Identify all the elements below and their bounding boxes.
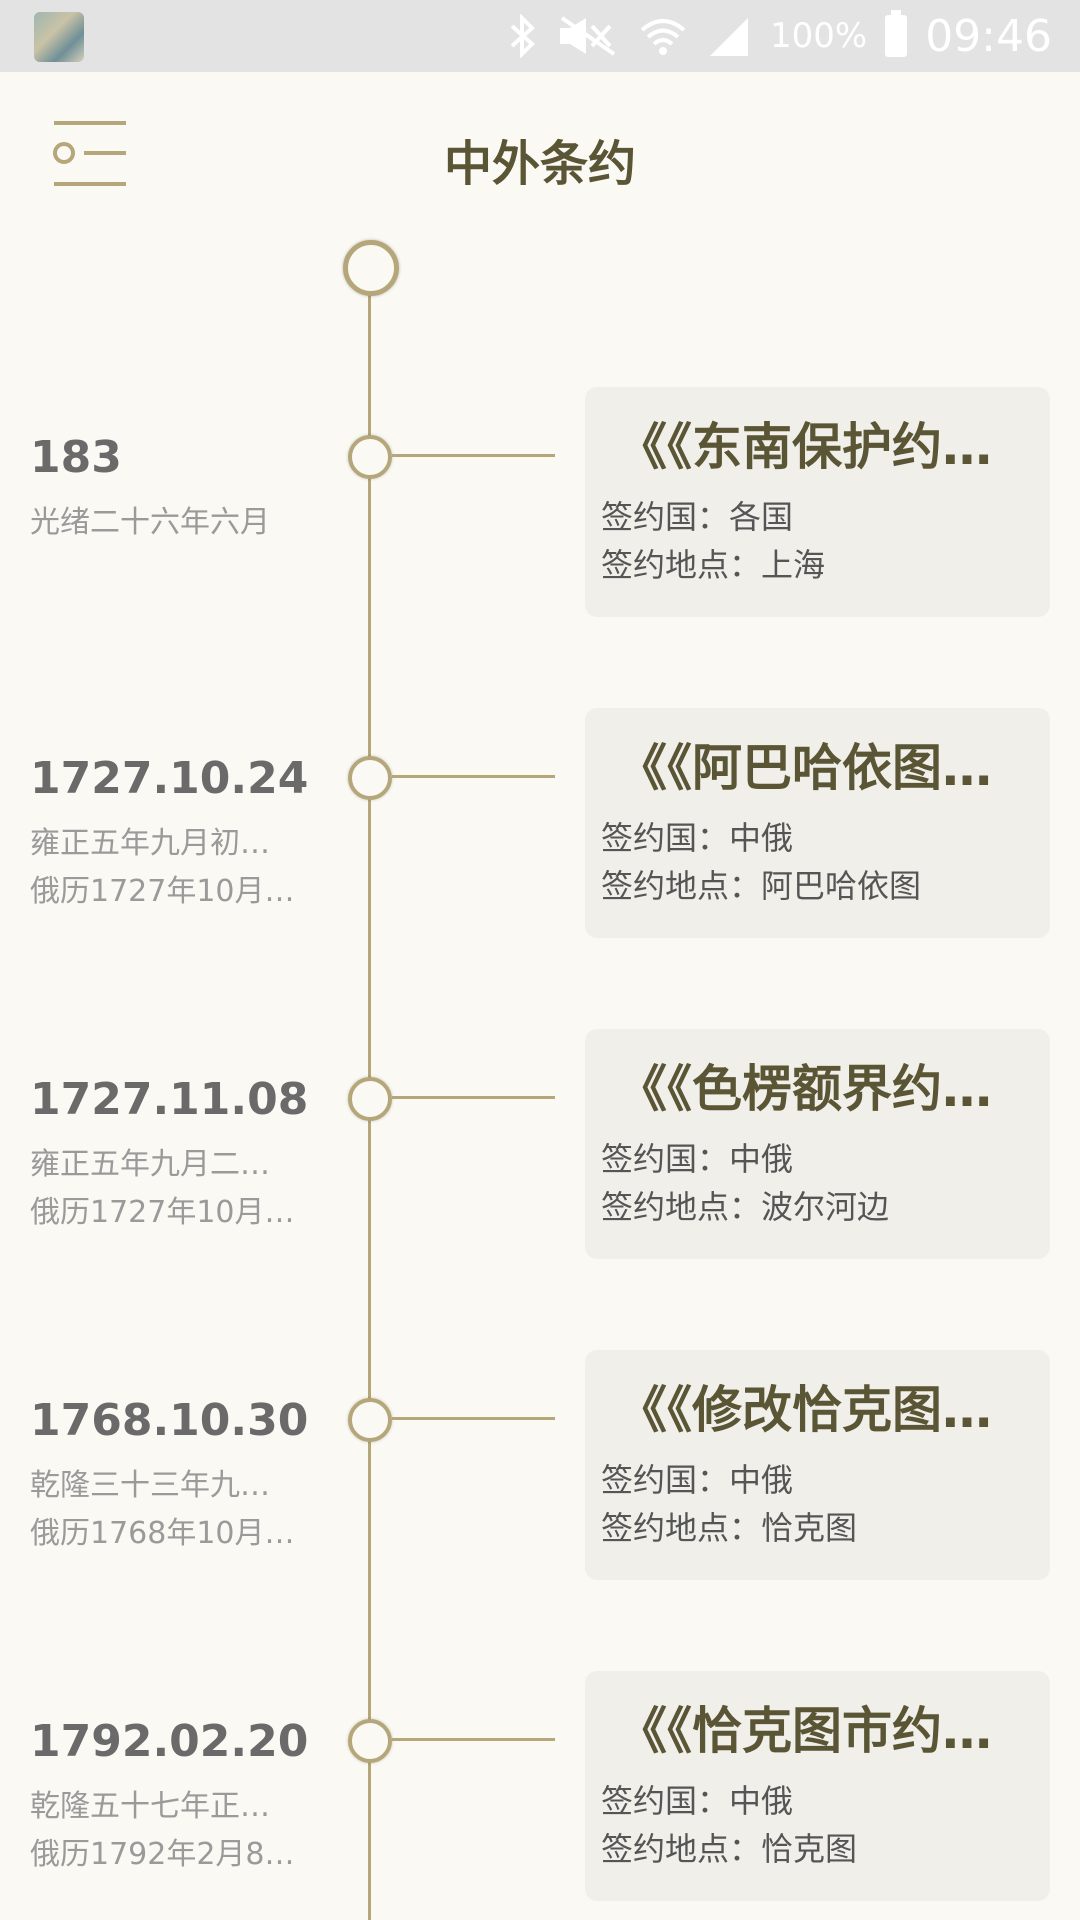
treaty-date: 1727.11.08 — [30, 1074, 309, 1125]
timeline-item[interactable]: 1792.02.20 乾隆五十七年正… 俄历1792年2月8… 《《恰克图市约…… — [0, 1671, 1080, 1901]
timeline-node — [348, 1719, 392, 1763]
timeline-node — [348, 756, 392, 800]
treaty-chinese-date: 乾隆三十三年九… — [30, 1468, 270, 1503]
treaty-country: 签约国：中俄 — [601, 1140, 794, 1178]
signal-icon — [706, 14, 752, 58]
wifi-icon — [638, 14, 688, 58]
treaty-russian-date: 俄历1727年10月… — [30, 874, 295, 909]
treaty-country: 签约国：中俄 — [601, 1782, 794, 1820]
app-notification-icon — [34, 12, 84, 62]
treaty-place: 签约地点：波尔河边 — [601, 1188, 890, 1226]
treaty-russian-date: 俄历1768年10月… — [30, 1516, 295, 1551]
treaty-russian-date: 俄历1792年2月8… — [30, 1837, 295, 1872]
treaty-title: 《《修改恰克图… — [617, 1381, 992, 1439]
treaty-country: 签约国：各国 — [601, 498, 794, 536]
timeline-node — [348, 1398, 392, 1442]
treaty-card[interactable]: 《《恰克图市约… 签约国：中俄 签约地点：恰克图 — [585, 1671, 1050, 1901]
timeline-item[interactable]: 183 光绪二十六年六月 《《东南保护约… 签约国：各国 签约地点：上海 — [0, 387, 1080, 617]
status-icons: 100% 09:46 — [508, 0, 1052, 72]
treaty-place: 签约地点：恰克图 — [601, 1830, 858, 1868]
battery-icon — [885, 10, 908, 57]
treaty-title: 《《恰克图市约… — [617, 1702, 992, 1760]
treaty-country: 签约国：中俄 — [601, 1461, 794, 1499]
treaty-date: 183 — [30, 432, 122, 483]
timeline-item[interactable]: 1727.11.08 雍正五年九月二… 俄历1727年10月… 《《色楞额界约…… — [0, 1029, 1080, 1259]
timeline-node — [348, 1077, 392, 1121]
treaty-title: 《《东南保护约… — [617, 418, 992, 476]
treaty-title: 《《阿巴哈依图… — [617, 739, 992, 797]
battery-percent: 100% — [769, 16, 868, 56]
treaty-chinese-date: 乾隆五十七年正… — [30, 1789, 270, 1824]
timeline-start-node — [343, 240, 399, 296]
treaty-date: 1768.10.30 — [30, 1395, 309, 1446]
treaty-card[interactable]: 《《东南保护约… 签约国：各国 签约地点：上海 — [585, 387, 1050, 617]
treaty-date: 1727.10.24 — [30, 753, 309, 804]
timeline-connector — [392, 1738, 555, 1741]
mute-icon — [556, 14, 620, 58]
timeline-connector — [392, 454, 555, 457]
timeline-item[interactable]: 1727.10.24 雍正五年九月初… 俄历1727年10月… 《《阿巴哈依图…… — [0, 708, 1080, 938]
timeline-connector — [392, 1096, 555, 1099]
clock: 09:46 — [925, 10, 1052, 62]
treaty-chinese-date: 雍正五年九月二… — [30, 1147, 270, 1182]
treaty-card[interactable]: 《《色楞额界约… 签约国：中俄 签约地点：波尔河边 — [585, 1029, 1050, 1259]
timeline-item[interactable]: 1768.10.30 乾隆三十三年九… 俄历1768年10月… 《《修改恰克图…… — [0, 1350, 1080, 1580]
treaty-place: 签约地点：上海 — [601, 546, 826, 584]
timeline-connector — [392, 1417, 555, 1420]
timeline-node — [348, 435, 392, 479]
treaty-country: 签约国：中俄 — [601, 819, 794, 857]
treaty-place: 签约地点：恰克图 — [601, 1509, 858, 1547]
treaty-card[interactable]: 《《阿巴哈依图… 签约国：中俄 签约地点：阿巴哈依图 — [585, 708, 1050, 938]
page-title: 中外条约 — [443, 136, 636, 192]
treaty-chinese-date: 光绪二十六年六月 — [30, 505, 270, 540]
treaty-card[interactable]: 《《修改恰克图… 签约国：中俄 签约地点：恰克图 — [585, 1350, 1050, 1580]
treaty-place: 签约地点：阿巴哈依图 — [601, 867, 922, 905]
timeline-connector — [392, 775, 555, 778]
bluetooth-icon — [508, 14, 538, 58]
treaty-title: 《《色楞额界约… — [617, 1060, 992, 1118]
status-bar: 100% 09:46 — [0, 0, 1080, 72]
app-header: 中外条约 — [0, 72, 1080, 232]
treaty-russian-date: 俄历1727年10月… — [30, 1195, 295, 1230]
treaty-chinese-date: 雍正五年九月初… — [30, 826, 270, 861]
treaty-date: 1792.02.20 — [30, 1716, 309, 1767]
